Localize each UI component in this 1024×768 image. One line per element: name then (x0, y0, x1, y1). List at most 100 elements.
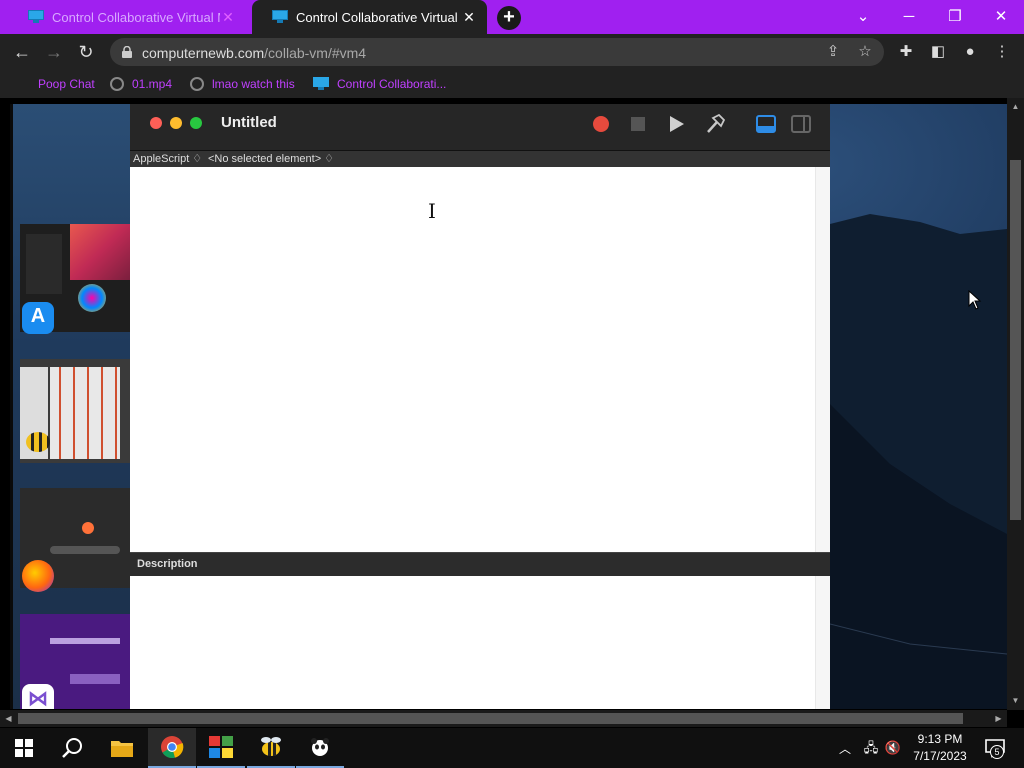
scroll-up-icon[interactable]: ▲ (1007, 100, 1024, 114)
minimize-button[interactable]: ─ (886, 0, 932, 32)
volume-muted-icon[interactable]: 🔇 (884, 739, 902, 757)
description-scrollbar[interactable] (815, 576, 830, 709)
panda-icon (311, 738, 329, 756)
globe-icon (110, 77, 124, 91)
bookmark-01-mp4[interactable]: 01.mp4 (110, 76, 172, 92)
start-button[interactable] (0, 728, 48, 768)
close-window-button[interactable]: ✕ (978, 0, 1024, 32)
chrome-button[interactable] (148, 728, 196, 768)
description-text-area[interactable] (130, 576, 815, 709)
paint-app-button[interactable] (197, 728, 245, 768)
bookmark-label: 01.mp4 (132, 77, 173, 91)
mouse-pointer-icon (968, 290, 982, 310)
windows-taskbar: ︿ 🖧 🔇 9:13 PM 7/17/2023 5 (0, 728, 1024, 768)
show-inspector-icon[interactable] (790, 114, 812, 134)
script-editor-window: Untitled AppleScript ♢ <No selected elem… (130, 104, 830, 709)
palette-icon (209, 736, 233, 758)
bookmark-label: lmao watch this (212, 77, 295, 91)
browser-tab-inactive[interactable]: Control Collaborative Virtual Ma ✕ (8, 0, 246, 34)
script-text-area[interactable] (130, 167, 815, 552)
search-button[interactable] (48, 728, 96, 768)
url-path: /collab-vm/#vm4 (264, 45, 367, 61)
tab-title: Control Collaborative Virtual Ma (296, 9, 461, 25)
mission-control-strip: A ⋈ (10, 104, 130, 709)
language-popup[interactable]: AppleScript ♢ (133, 152, 202, 165)
lock-icon (122, 46, 132, 58)
side-panel-icon[interactable]: ◧ (929, 43, 947, 61)
extensions-icon[interactable]: ✚ (897, 43, 915, 61)
bookmark-poop-chat[interactable]: Poop Chat (38, 76, 95, 92)
description-label: Description (137, 558, 198, 570)
bookmark-control-collaborative[interactable]: Control Collaborati... (313, 76, 446, 92)
monitor-icon (313, 77, 329, 91)
run-icon[interactable] (665, 114, 687, 134)
monitor-icon (272, 10, 288, 24)
windows-logo-icon (15, 739, 33, 757)
editor-title-bar: Untitled (130, 104, 830, 150)
reload-button[interactable]: ↻ (72, 38, 100, 66)
page-horizontal-scrollbar[interactable]: ◀ ▶ (0, 710, 1007, 727)
compile-hammer-icon[interactable] (703, 114, 725, 134)
menu-icon[interactable]: ⋮ (993, 43, 1011, 61)
desktop-wallpaper (830, 214, 1007, 709)
bee-icon (261, 737, 281, 756)
show-log-icon[interactable] (755, 114, 777, 134)
scrollbar-thumb[interactable] (1010, 160, 1021, 520)
pane-divider[interactable]: Description (130, 552, 830, 576)
scroll-left-icon[interactable]: ◀ (0, 712, 17, 726)
scroll-right-icon[interactable]: ▶ (990, 712, 1007, 726)
close-icon[interactable]: ✕ (220, 9, 236, 26)
stop-icon[interactable] (627, 114, 649, 134)
search-icon (62, 738, 82, 758)
page-vertical-scrollbar[interactable]: ▲ ▼ (1007, 98, 1024, 710)
minimize-window-button[interactable] (170, 117, 182, 129)
profile-icon[interactable]: ● (961, 43, 979, 61)
close-icon[interactable]: ✕ (461, 9, 477, 26)
scrollbar-thumb[interactable] (18, 713, 963, 724)
zoom-window-button[interactable] (190, 117, 202, 129)
bookmark-lmao-watch-this[interactable]: lmao watch this (190, 76, 295, 92)
chrome-icon (161, 736, 184, 759)
monitor-icon (28, 10, 44, 24)
new-tab-button[interactable]: + (497, 6, 521, 30)
record-icon[interactable] (590, 114, 612, 134)
navigation-bar: AppleScript ♢ <No selected element> ♢ (130, 150, 830, 167)
visual-studio-icon[interactable]: ⋈ (22, 684, 54, 709)
panda-app-button[interactable] (296, 728, 344, 768)
bookmark-label: Poop Chat (38, 77, 95, 91)
address-bar[interactable]: computernewb.com/collab-vm/#vm4 ⇪ ☆ (110, 38, 884, 66)
restore-button[interactable]: ❐ (932, 0, 978, 32)
network-icon[interactable]: 🖧 (862, 739, 880, 757)
back-button[interactable]: ← (8, 38, 36, 66)
tab-title: Control Collaborative Virtual Ma (52, 9, 220, 25)
browser-toolbar: ← → ↻ computernewb.com/collab-vm/#vm4 ⇪ … (0, 34, 1024, 70)
firefox-icon[interactable] (22, 560, 54, 592)
globe-icon (190, 77, 204, 91)
clock-date[interactable]: 7/17/2023 (905, 749, 975, 763)
app-store-icon[interactable]: A (22, 302, 54, 334)
clock-time[interactable]: 9:13 PM (905, 732, 975, 746)
close-window-button[interactable] (150, 117, 162, 129)
url-text[interactable]: computernewb.com/collab-vm/#vm4 (142, 45, 366, 61)
browser-tab-strip: Control Collaborative Virtual Ma ✕ Contr… (0, 0, 1024, 34)
url-host: computernewb.com (142, 45, 265, 61)
scroll-down-icon[interactable]: ▼ (1007, 694, 1024, 708)
bookmark-label: Control Collaborati... (337, 77, 447, 91)
bookmarks-bar: Poop Chat 01.mp4 lmao watch this Control… (0, 70, 1024, 98)
folder-icon (111, 741, 133, 757)
file-explorer-button[interactable] (98, 728, 146, 768)
bee-icon[interactable] (22, 426, 54, 458)
bee-app-button[interactable] (247, 728, 295, 768)
tab-search-button[interactable]: ⌄ (840, 0, 886, 32)
window-title: Untitled (221, 114, 277, 131)
text-cursor-icon: I (428, 199, 436, 223)
show-hidden-icons-icon[interactable]: ︿ (839, 740, 851, 757)
notification-count-badge: 5 (990, 745, 1004, 759)
element-popup[interactable]: <No selected element> ♢ (208, 152, 334, 165)
star-icon[interactable]: ☆ (856, 43, 874, 61)
script-scrollbar[interactable] (815, 167, 830, 552)
share-icon[interactable]: ⇪ (824, 43, 842, 61)
browser-tab-active[interactable]: Control Collaborative Virtual Ma ✕ (252, 0, 487, 34)
forward-button[interactable]: → (40, 38, 68, 66)
vm-display[interactable]: A ⋈ Untitled AppleScript ♢ <No selected … (10, 104, 1007, 709)
